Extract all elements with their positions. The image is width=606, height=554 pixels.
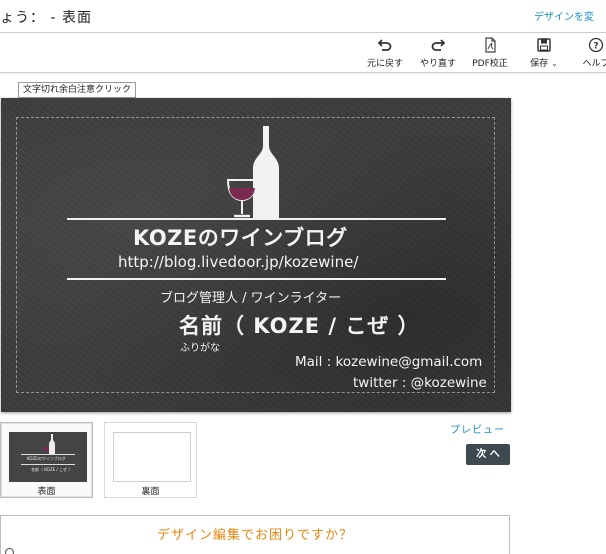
mini-wine-icon xyxy=(43,434,55,454)
middle-divider-line xyxy=(67,278,446,280)
help-button[interactable]: ? ヘルプ xyxy=(578,37,606,71)
undo-button[interactable]: 元に戻す xyxy=(364,37,406,71)
toolbar: 元に戻す やり直す PDF校正 保存 ⌄ ? ヘルプ xyxy=(0,33,606,73)
save-button[interactable]: 保存 ⌄ xyxy=(522,37,566,71)
undo-label: 元に戻す xyxy=(366,59,403,69)
floppy-disk-icon xyxy=(537,38,551,52)
back-card-preview xyxy=(113,432,191,482)
redo-icon xyxy=(431,39,446,51)
front-card-preview: KOZEのワインブログ 名前（ KOZE / こぜ ） xyxy=(9,432,87,482)
help-panel[interactable]: デザイン編集でお困りですか？ xyxy=(0,515,510,554)
pdf-icon xyxy=(485,37,496,53)
redo-button[interactable]: やり直す xyxy=(417,37,459,71)
top-divider-line xyxy=(67,218,446,220)
mini-person-name: 名前（ KOZE / こぜ ） xyxy=(31,467,73,472)
chevron-down-icon: ⌄ xyxy=(551,59,558,68)
next-button[interactable]: 次 へ xyxy=(466,444,510,465)
pdf-proof-label: PDF校正 xyxy=(472,59,508,69)
person-name-text[interactable]: 名前（ KOZE / こぜ ） xyxy=(179,310,420,340)
question-icon: ? xyxy=(588,37,604,53)
svg-text:?: ? xyxy=(593,42,598,52)
help-radio-icon[interactable] xyxy=(5,548,14,554)
text-clipping-warning-tip[interactable]: 文字切れ余白注意クリック xyxy=(18,82,137,98)
preview-link[interactable]: プレビュー xyxy=(450,421,505,436)
thumbnail-back-label: 裏面 xyxy=(141,487,160,497)
thumbnail-front[interactable]: KOZEのワインブログ 名前（ KOZE / こぜ ） 表面 xyxy=(0,422,93,498)
furigana-text[interactable]: ふりがな xyxy=(180,339,220,354)
thumbnail-front-label: 表面 xyxy=(37,487,56,497)
help-panel-text: デザイン編集でお困りですか？ xyxy=(156,528,353,543)
mini-divider-mid xyxy=(21,464,75,465)
blog-url-text[interactable]: http://blog.livedoor.jp/kozewine/ xyxy=(118,253,358,271)
undo-icon xyxy=(377,39,392,51)
help-label: ヘルプ xyxy=(582,59,606,69)
twitter-text[interactable]: twitter : @kozewine xyxy=(353,375,487,391)
mini-divider-top xyxy=(21,454,75,455)
business-card-canvas[interactable]: KOZEのワインブログ http://blog.livedoor.jp/koze… xyxy=(1,98,511,412)
title-bar: ょう： - 表面 デザインを変 xyxy=(0,0,606,33)
save-label: 保存 xyxy=(530,59,549,69)
wine-bottle-and-glass-icon xyxy=(226,126,279,218)
redo-label: やり直す xyxy=(419,59,456,69)
page-title: ょう： - 表面 xyxy=(0,10,92,26)
change-design-link[interactable]: デザインを変 xyxy=(534,8,594,23)
thumbnail-back[interactable]: 裏面 xyxy=(104,422,197,498)
mini-blog-name: KOZEのワインブログ xyxy=(27,456,66,461)
pdf-proof-button[interactable]: PDF校正 xyxy=(468,37,512,71)
blog-name-text[interactable]: KOZEのワインブログ xyxy=(133,222,348,252)
mail-text[interactable]: Mail : kozewine@gmail.com xyxy=(295,354,482,370)
role-text[interactable]: ブログ管理人 / ワインライター xyxy=(160,287,341,306)
